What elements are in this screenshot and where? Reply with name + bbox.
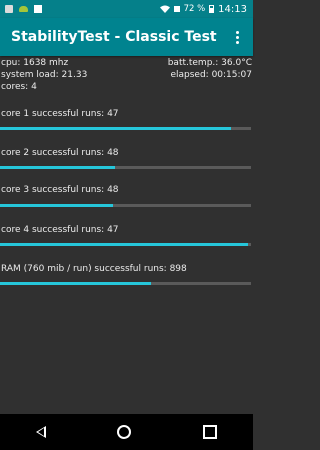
wifi-icon [159, 5, 170, 13]
core-2-progress-bar [0, 166, 251, 169]
notification-box-icon [5, 5, 13, 13]
battery-icon [209, 5, 215, 13]
core-3-label: core 3 successful runs: 48 [1, 185, 119, 195]
back-icon[interactable] [35, 426, 46, 438]
core-2-label: core 2 successful runs: 48 [1, 148, 119, 158]
notification-square-icon [34, 5, 42, 13]
core-1-progress-fill [0, 127, 231, 130]
core-4-progress-fill [0, 243, 249, 246]
core-3-progress-fill [0, 204, 113, 207]
status-bar: 72 % 14:13 [0, 0, 253, 18]
cpu-frequency: cpu: 1638 mhz [1, 58, 69, 68]
core-1-label: core 1 successful runs: 47 [1, 109, 119, 119]
stats-panel: cpu: 1638 mhz batt.temp.: 36.0°C system … [0, 57, 253, 93]
ram-label: RAM (760 mib / run) successful runs: 898 [1, 264, 187, 274]
navigation-bar [0, 414, 253, 450]
clock: 14:13 [218, 3, 247, 15]
app-bar: StabilityTest - Classic Test [0, 18, 253, 56]
core-2-progress-fill [0, 166, 116, 169]
elapsed-time: elapsed: 00:15:07 [170, 70, 252, 80]
overflow-menu-icon[interactable] [232, 27, 243, 48]
system-load: system load: 21.33 [1, 70, 88, 80]
core-3-progress-bar [0, 204, 251, 207]
cores-count: cores: 4 [1, 82, 37, 92]
recent-apps-icon[interactable] [203, 425, 218, 439]
ram-progress-bar [0, 282, 251, 285]
battery-temperature: batt.temp.: 36.0°C [167, 58, 252, 68]
app-title: StabilityTest - Classic Test [11, 29, 217, 45]
core-4-label: core 4 successful runs: 47 [1, 225, 119, 235]
battery-percent: 72 % [183, 4, 206, 14]
android-icon [19, 6, 28, 12]
signal-icon [173, 6, 180, 12]
core-1-progress-bar [0, 127, 251, 130]
core-4-progress-bar [0, 243, 251, 246]
ram-progress-fill [0, 282, 151, 285]
home-icon[interactable] [117, 425, 132, 439]
